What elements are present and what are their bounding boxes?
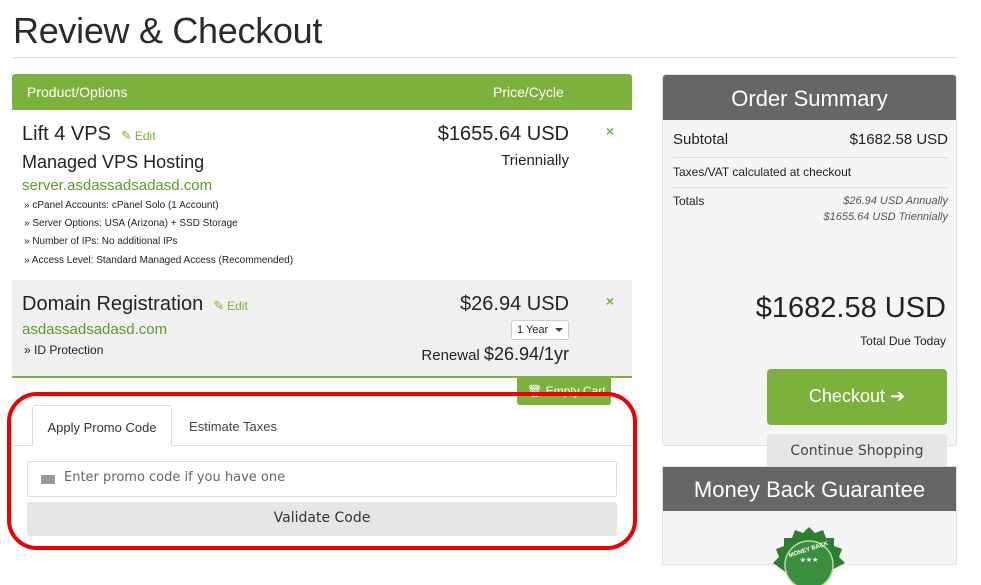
config-option: » Number of IPs: No additional IPs (24, 236, 178, 247)
divider (673, 187, 948, 188)
title-divider (12, 57, 957, 58)
total-due-amount: $1682.58 USD (755, 292, 946, 324)
money-back-guarantee: Money Back Guarantee MONEY BACK ★★★ (662, 466, 957, 585)
edit-link[interactable]: ✎ Edit (120, 128, 156, 143)
config-option: » cPanel Accounts: cPanel Solo (1 Accoun… (24, 200, 219, 211)
cart-item-domain: Domain Registration ✎ Edit asdassadsadasd.… (12, 280, 632, 378)
config-option: » Server Options: USA (Arizona) + SSD St… (24, 218, 238, 229)
subtotal-row: Subtotal $1682.58 USD (673, 131, 948, 148)
item-cycle: Triennially (501, 152, 569, 169)
order-summary: Order Summary Subtotal $1682.58 USD Taxe… (662, 74, 957, 468)
divider (673, 157, 948, 158)
config-option: » Access Level: Standard Managed Access … (24, 255, 294, 266)
promo-panel: Apply Promo Code Estimate Taxes Validate… (12, 405, 632, 550)
guarantee-seal-icon: MONEY BACK ★★★ (773, 527, 845, 585)
registration-period-select[interactable]: 1 Year (511, 320, 569, 340)
total-due-label: Total Due Today (860, 334, 946, 348)
totals-breakdown: $26.94 USD Annually $1655.64 USD Trienni… (823, 195, 948, 223)
seal-stars: ★★★ (800, 556, 819, 564)
pencil-icon: ✎ (120, 128, 132, 143)
item-name: Lift 4 VPS ✎ Edit (22, 123, 156, 145)
order-summary-body: Subtotal $1682.58 USD Taxes/VAT calculat… (663, 120, 956, 468)
cart-item-vps: Lift 4 VPS ✎ Edit Managed VPS Hosting serv… (12, 110, 632, 280)
order-summary-title: Order Summary (663, 75, 956, 120)
trash-icon: 🗑 (527, 384, 543, 398)
edit-link[interactable]: ✎ Edit (213, 298, 248, 313)
checkout-button[interactable]: Checkout ➔ (767, 369, 947, 425)
tab-apply-promo-code[interactable]: Apply Promo Code (32, 405, 172, 446)
item-price: $1655.64 USD (437, 123, 569, 145)
continue-shopping-button[interactable]: Continue Shopping (767, 434, 947, 468)
item-domain: server.asdassadsadasd.com (22, 177, 213, 194)
empty-cart-button[interactable]: 🗑 Empty Cart (517, 378, 611, 405)
pencil-icon: ✎ (213, 298, 225, 313)
remove-item-icon[interactable]: × (606, 293, 614, 309)
renewal-price: Renewal $26.94/1yr (421, 344, 569, 364)
validate-code-button[interactable]: Validate Code (27, 502, 617, 536)
cart-table-header: Product/Options Price/Cycle (12, 74, 632, 110)
item-price: $26.94 USD (460, 293, 569, 315)
ticket-icon (41, 475, 55, 484)
tab-estimate-taxes[interactable]: Estimate Taxes (174, 405, 292, 446)
page-title: Review & Checkout (13, 10, 323, 51)
item-name: Domain Registration ✎ Edit (22, 293, 248, 315)
product-group: Managed VPS Hosting (22, 152, 205, 172)
arrow-right-icon: ➔ (889, 386, 906, 406)
tax-note: Taxes/VAT calculated at checkout (673, 165, 852, 179)
column-price-cycle: Price/Cycle (493, 84, 564, 100)
column-product-options: Product/Options (27, 84, 128, 100)
guarantee-title: Money Back Guarantee (663, 467, 956, 511)
config-option: » ID Protection (24, 343, 104, 357)
promo-code-input[interactable] (64, 470, 604, 485)
promo-code-field[interactable] (27, 461, 617, 497)
caret-down-icon (555, 328, 563, 332)
remove-item-icon[interactable]: × (606, 123, 614, 139)
item-domain: asdassadsadasd.com (22, 321, 168, 338)
